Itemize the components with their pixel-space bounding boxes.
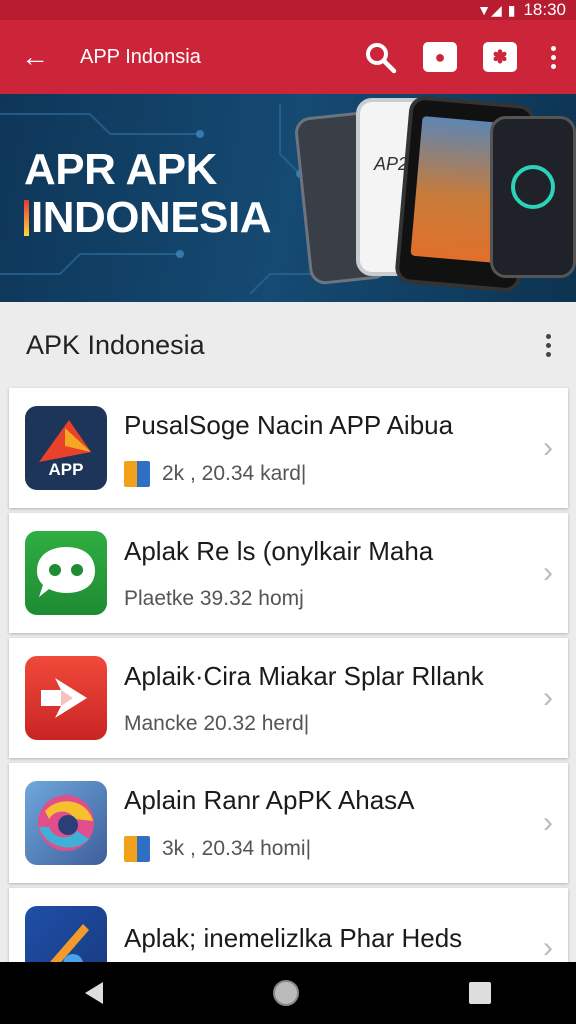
app-meta-text: Mancke 20.32 herd| (124, 711, 310, 735)
promo-banner[interactable]: APR APK INDONESIA AP2 (0, 94, 576, 302)
chevron-right-icon: › (543, 806, 553, 839)
app-meta: Mancke 20.32 herd| (124, 712, 528, 736)
banner-title: APR APK INDONESIA (24, 146, 271, 242)
list-item[interactable]: Aplak Re ls (onylkair Maha Plaetke 39.32… (9, 513, 568, 633)
gift-button[interactable]: ✽ (470, 20, 530, 94)
chevron-right-icon: › (543, 931, 553, 964)
arrow-left-icon: ← (21, 41, 49, 72)
search-button[interactable] (350, 20, 410, 94)
battery-icon: ▮ (507, 1, 516, 18)
banner-title-initial: I (31, 193, 43, 242)
app-name: Aplak; inemelizlka Phar Heds (124, 922, 463, 953)
chevron-right-icon: › (543, 431, 553, 464)
banner-title-line1: APR APK (24, 145, 217, 194)
triangle-back-icon (85, 982, 103, 1004)
dot (545, 342, 551, 348)
app-name: Aplaik·Cira Miakar Splar Rllank (124, 660, 484, 691)
bomb-icon: ● (423, 42, 457, 72)
dot (550, 63, 556, 69)
banner-title-line2-wrap: INDONESIA (24, 194, 271, 242)
app-list: APP PusalSoge Nacin APP Aibua 2k , 20.34… (9, 388, 568, 1013)
list-item[interactable]: Aplaik·Cira Miakar Splar Rllank Mancke 2… (9, 638, 568, 758)
app-bar: ← APP Indonsia ● ✽ (0, 20, 576, 94)
dot (550, 45, 556, 51)
app-meta-text: 2k , 20.34 kard| (162, 461, 307, 485)
nav-back-button[interactable] (85, 982, 103, 1004)
dot (545, 333, 551, 339)
app-meta: 3k , 20.34 homi| (124, 835, 528, 862)
swirl-graphic (38, 795, 94, 851)
status-time: 18:30 (523, 0, 566, 19)
section-more-button[interactable] (520, 333, 576, 357)
app-logo-label: APP (48, 460, 84, 479)
chat-bubble-icon (25, 531, 107, 615)
app-info: Aplak Re ls (onylkair Maha Plaetke 39.32… (124, 536, 528, 611)
app-name: PusalSoge Nacin APP Aibua (124, 409, 454, 440)
app-info: Aplaik·Cira Miakar Splar Rllank Mancke 2… (124, 661, 528, 736)
list-item[interactable]: APP PusalSoge Nacin APP Aibua 2k , 20.34… (9, 388, 568, 508)
arrow-share-graphic (41, 678, 87, 718)
app-logo-icon: APP (25, 406, 107, 490)
app-name: Aplain Ranr ApPK AhasA (124, 784, 415, 815)
chevron-right-icon: › (543, 556, 553, 589)
nav-recents-button[interactable] (469, 982, 491, 1004)
section-header: APK Indonesia (0, 302, 576, 388)
accent-bar (24, 200, 29, 236)
phone-ring-graphic (511, 165, 555, 209)
more-options-button[interactable] (530, 45, 576, 69)
app-meta: Plaetke 39.32 homj (124, 587, 528, 611)
square-recents-icon (469, 982, 491, 1004)
system-nav-bar (0, 962, 576, 1024)
dot (550, 54, 556, 60)
nav-home-button[interactable] (273, 980, 299, 1006)
circle-home-icon (273, 980, 299, 1006)
ribbon-icon: ✽ (483, 42, 517, 72)
status-icons: ▼◢ ▮ (477, 2, 515, 19)
banner-title-line2: NDONESIA (42, 193, 272, 242)
app-info: PusalSoge Nacin APP Aibua 2k , 20.34 kar… (124, 410, 528, 487)
app-meta-text: Plaetke 39.32 homj (124, 586, 304, 610)
chevron-right-icon: › (543, 681, 553, 714)
app-meta-text: 3k , 20.34 homi| (162, 836, 312, 860)
arrow-share-icon (25, 656, 107, 740)
back-button[interactable]: ← (0, 20, 70, 94)
swirl-logo-icon (25, 781, 107, 865)
app-meta: 2k , 20.34 kard| (124, 460, 528, 487)
share-button[interactable]: ● (410, 20, 470, 94)
phone-image-right (490, 116, 576, 278)
app-name: Aplak Re ls (onylkair Maha (124, 535, 434, 566)
section-title: APK Indonesia (26, 329, 205, 360)
list-item[interactable]: Aplain Ranr ApPK AhasA 3k , 20.34 homi| … (9, 763, 568, 883)
dot (545, 351, 551, 357)
chat-bubble-graphic (37, 547, 95, 597)
package-icon (124, 460, 150, 487)
search-icon (366, 43, 397, 74)
app-info: Aplain Ranr ApPK AhasA 3k , 20.34 homi| (124, 785, 528, 862)
package-icon (124, 835, 150, 862)
page-title: APP Indonsia (80, 45, 201, 68)
status-bar: ▼◢ ▮ 18:30 (0, 0, 576, 20)
signal-icon: ▼◢ (477, 1, 502, 18)
